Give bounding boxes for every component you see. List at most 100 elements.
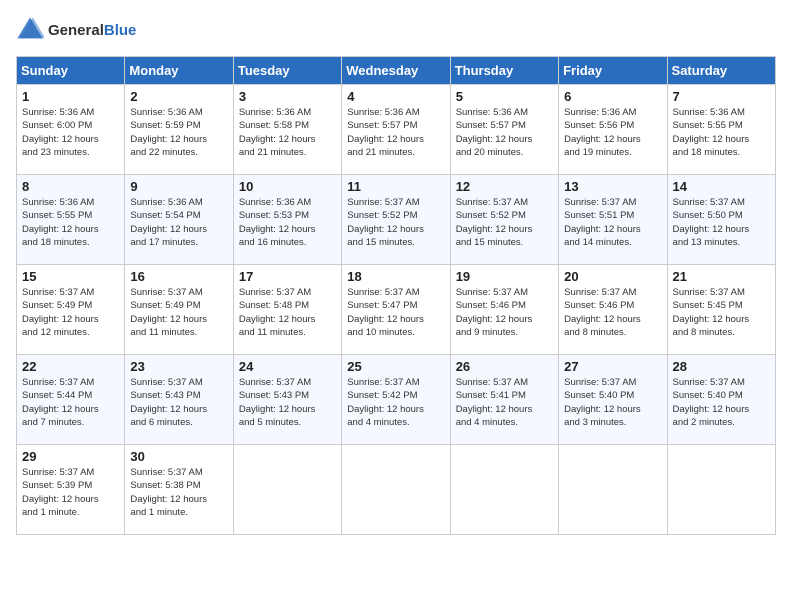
day-number: 8 <box>22 179 119 194</box>
calendar-cell-21: 21 Sunrise: 5:37 AMSunset: 5:45 PMDayligh… <box>667 265 775 355</box>
day-number: 5 <box>456 89 553 104</box>
week-row-3: 15Sunrise: 5:37 AMSunset: 5:49 PMDayligh… <box>17 265 776 355</box>
day-number: 2 <box>130 89 227 104</box>
day-info: Sunrise: 5:37 AMSunset: 5:41 PMDaylight:… <box>456 376 553 429</box>
day-info: Sunrise: 5:36 AMSunset: 5:56 PMDaylight:… <box>564 106 661 159</box>
day-number: 18 <box>347 269 444 284</box>
day-info: Sunrise: 5:36 AMSunset: 5:53 PMDaylight:… <box>239 196 336 249</box>
day-info: Sunrise: 5:36 AMSunset: 6:00 PMDaylight:… <box>22 106 119 159</box>
calendar-cell-11: 11 Sunrise: 5:37 AMSunset: 5:52 PMDayligh… <box>342 175 450 265</box>
logo-general: GeneralBlue <box>48 22 136 39</box>
calendar-cell-28: 28Sunrise: 5:37 AMSunset: 5:40 PMDayligh… <box>667 355 775 445</box>
day-info: Sunrise: 5:37 AMSunset: 5:52 PMDaylight:… <box>456 196 553 249</box>
day-info: Sunrise: 5:37 AMSunset: 5:39 PMDaylight:… <box>22 466 119 519</box>
day-number: 6 <box>564 89 661 104</box>
day-info: Sunrise: 5:37 AMSunset: 5:48 PMDaylight:… <box>239 286 336 339</box>
logo-text: GeneralBlue <box>48 22 136 39</box>
day-number: 13 <box>564 179 661 194</box>
day-info: Sunrise: 5:37 AMSunset: 5:44 PMDaylight:… <box>22 376 119 429</box>
day-info: Sunrise: 5:36 AMSunset: 5:57 PMDaylight:… <box>456 106 553 159</box>
calendar-cell-30: 30 Sunrise: 5:37 AMSunset: 5:38 PMDayligh… <box>125 445 233 535</box>
day-number: 4 <box>347 89 444 104</box>
calendar-cell-5: 5 Sunrise: 5:36 AMSunset: 5:57 PMDaylight… <box>450 85 558 175</box>
calendar-cell-27: 27 Sunrise: 5:37 AMSunset: 5:40 PMDayligh… <box>559 355 667 445</box>
calendar-cell-23: 23 Sunrise: 5:37 AMSunset: 5:43 PMDayligh… <box>125 355 233 445</box>
calendar-cell-10: 10 Sunrise: 5:36 AMSunset: 5:53 PMDayligh… <box>233 175 341 265</box>
day-number: 19 <box>456 269 553 284</box>
day-number: 20 <box>564 269 661 284</box>
day-number: 28 <box>673 359 770 374</box>
day-info: Sunrise: 5:36 AMSunset: 5:58 PMDaylight:… <box>239 106 336 159</box>
logo: GeneralBlue <box>16 16 136 44</box>
day-number: 21 <box>673 269 770 284</box>
day-number: 12 <box>456 179 553 194</box>
calendar-cell-empty-4-3 <box>342 445 450 535</box>
day-info: Sunrise: 5:37 AMSunset: 5:40 PMDaylight:… <box>564 376 661 429</box>
week-row-1: 1 Sunrise: 5:36 AMSunset: 6:00 PMDaylight… <box>17 85 776 175</box>
day-info: Sunrise: 5:37 AMSunset: 5:51 PMDaylight:… <box>564 196 661 249</box>
day-number: 25 <box>347 359 444 374</box>
calendar-cell-29: 29 Sunrise: 5:37 AMSunset: 5:39 PMDayligh… <box>17 445 125 535</box>
column-header-wednesday: Wednesday <box>342 57 450 85</box>
day-number: 29 <box>22 449 119 464</box>
week-row-4: 22Sunrise: 5:37 AMSunset: 5:44 PMDayligh… <box>17 355 776 445</box>
calendar-cell-17: 17 Sunrise: 5:37 AMSunset: 5:48 PMDayligh… <box>233 265 341 355</box>
calendar-cell-6: 6 Sunrise: 5:36 AMSunset: 5:56 PMDaylight… <box>559 85 667 175</box>
day-info: Sunrise: 5:37 AMSunset: 5:50 PMDaylight:… <box>673 196 770 249</box>
day-info: Sunrise: 5:37 AMSunset: 5:46 PMDaylight:… <box>564 286 661 339</box>
calendar-cell-empty-4-5 <box>559 445 667 535</box>
day-number: 17 <box>239 269 336 284</box>
calendar-cell-empty-4-4 <box>450 445 558 535</box>
calendar-cell-4: 4 Sunrise: 5:36 AMSunset: 5:57 PMDaylight… <box>342 85 450 175</box>
day-info: Sunrise: 5:37 AMSunset: 5:43 PMDaylight:… <box>239 376 336 429</box>
day-info: Sunrise: 5:37 AMSunset: 5:38 PMDaylight:… <box>130 466 227 519</box>
day-info: Sunrise: 5:37 AMSunset: 5:52 PMDaylight:… <box>347 196 444 249</box>
week-row-2: 8 Sunrise: 5:36 AMSunset: 5:55 PMDaylight… <box>17 175 776 265</box>
day-number: 11 <box>347 179 444 194</box>
day-number: 30 <box>130 449 227 464</box>
calendar-cell-25: 25Sunrise: 5:37 AMSunset: 5:42 PMDayligh… <box>342 355 450 445</box>
calendar-cell-7: 7 Sunrise: 5:36 AMSunset: 5:55 PMDaylight… <box>667 85 775 175</box>
calendar-cell-9: 9Sunrise: 5:36 AMSunset: 5:54 PMDaylight… <box>125 175 233 265</box>
calendar-cell-19: 19Sunrise: 5:37 AMSunset: 5:46 PMDayligh… <box>450 265 558 355</box>
day-number: 1 <box>22 89 119 104</box>
calendar-header-row: SundayMondayTuesdayWednesdayThursdayFrid… <box>17 57 776 85</box>
day-info: Sunrise: 5:37 AMSunset: 5:47 PMDaylight:… <box>347 286 444 339</box>
column-header-sunday: Sunday <box>17 57 125 85</box>
column-header-tuesday: Tuesday <box>233 57 341 85</box>
calendar-cell-14: 14Sunrise: 5:37 AMSunset: 5:50 PMDayligh… <box>667 175 775 265</box>
column-header-friday: Friday <box>559 57 667 85</box>
day-info: Sunrise: 5:36 AMSunset: 5:54 PMDaylight:… <box>130 196 227 249</box>
day-number: 24 <box>239 359 336 374</box>
calendar-cell-20: 20 Sunrise: 5:37 AMSunset: 5:46 PMDayligh… <box>559 265 667 355</box>
day-number: 27 <box>564 359 661 374</box>
calendar-cell-8: 8 Sunrise: 5:36 AMSunset: 5:55 PMDaylight… <box>17 175 125 265</box>
day-info: Sunrise: 5:36 AMSunset: 5:57 PMDaylight:… <box>347 106 444 159</box>
calendar-cell-12: 12 Sunrise: 5:37 AMSunset: 5:52 PMDayligh… <box>450 175 558 265</box>
column-header-thursday: Thursday <box>450 57 558 85</box>
day-info: Sunrise: 5:37 AMSunset: 5:49 PMDaylight:… <box>130 286 227 339</box>
calendar-cell-26: 26Sunrise: 5:37 AMSunset: 5:41 PMDayligh… <box>450 355 558 445</box>
day-info: Sunrise: 5:36 AMSunset: 5:55 PMDaylight:… <box>673 106 770 159</box>
day-info: Sunrise: 5:37 AMSunset: 5:49 PMDaylight:… <box>22 286 119 339</box>
day-info: Sunrise: 5:36 AMSunset: 5:59 PMDaylight:… <box>130 106 227 159</box>
calendar-cell-empty-4-2 <box>233 445 341 535</box>
day-info: Sunrise: 5:36 AMSunset: 5:55 PMDaylight:… <box>22 196 119 249</box>
header: GeneralBlue <box>16 16 776 44</box>
day-number: 7 <box>673 89 770 104</box>
day-number: 3 <box>239 89 336 104</box>
calendar-cell-16: 16Sunrise: 5:37 AMSunset: 5:49 PMDayligh… <box>125 265 233 355</box>
week-row-5: 29 Sunrise: 5:37 AMSunset: 5:39 PMDayligh… <box>17 445 776 535</box>
day-number: 23 <box>130 359 227 374</box>
calendar-cell-13: 13 Sunrise: 5:37 AMSunset: 5:51 PMDayligh… <box>559 175 667 265</box>
day-number: 10 <box>239 179 336 194</box>
calendar-cell-18: 18 Sunrise: 5:37 AMSunset: 5:47 PMDayligh… <box>342 265 450 355</box>
logo-icon <box>16 16 44 44</box>
calendar-cell-2: 2 Sunrise: 5:36 AMSunset: 5:59 PMDaylight… <box>125 85 233 175</box>
day-info: Sunrise: 5:37 AMSunset: 5:45 PMDaylight:… <box>673 286 770 339</box>
calendar-cell-24: 24 Sunrise: 5:37 AMSunset: 5:43 PMDayligh… <box>233 355 341 445</box>
calendar-cell-1: 1 Sunrise: 5:36 AMSunset: 6:00 PMDaylight… <box>17 85 125 175</box>
calendar-cell-empty-4-6 <box>667 445 775 535</box>
calendar-table: SundayMondayTuesdayWednesdayThursdayFrid… <box>16 56 776 535</box>
day-info: Sunrise: 5:37 AMSunset: 5:43 PMDaylight:… <box>130 376 227 429</box>
